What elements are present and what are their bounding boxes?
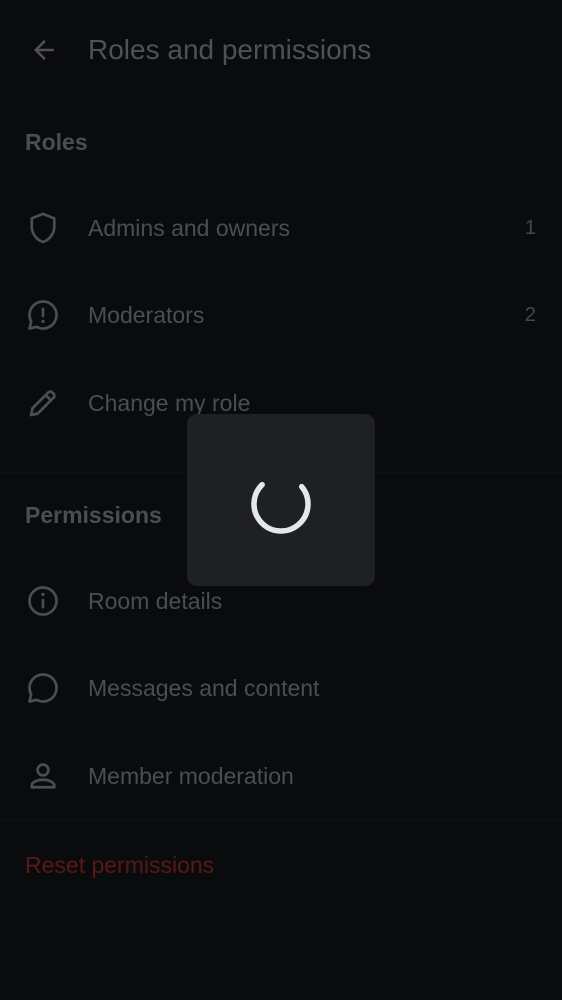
screen: Roles and permissions Roles Admins and o… xyxy=(0,0,562,1000)
loading-dialog xyxy=(187,414,375,586)
loading-spinner-icon xyxy=(251,474,311,534)
